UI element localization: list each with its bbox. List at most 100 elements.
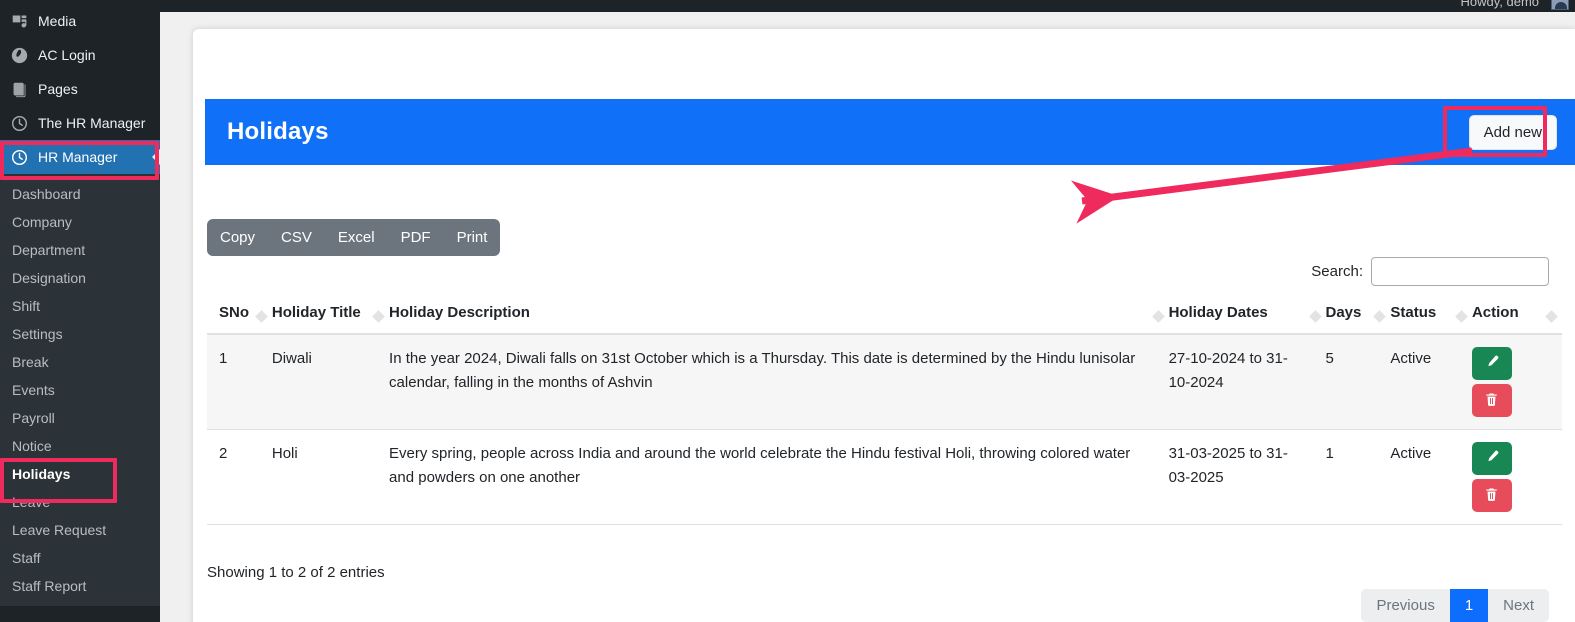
csv-button[interactable]: CSV — [268, 219, 325, 256]
copy-button[interactable]: Copy — [207, 219, 268, 256]
table-row: 2 Holi Every spring, people across India… — [207, 429, 1562, 525]
sidebar-item-events[interactable]: Events — [0, 376, 160, 404]
table-row: 1 Diwali In the year 2024, Diwali falls … — [207, 334, 1562, 430]
sidebar-item-staff[interactable]: Staff — [0, 544, 160, 572]
clock-icon — [9, 113, 29, 133]
sidebar-item-hr-manager[interactable]: HR Manager — [0, 140, 160, 174]
sort-icon[interactable] — [1151, 310, 1165, 323]
cell-title: Diwali — [271, 334, 390, 430]
edit-button[interactable] — [1471, 347, 1512, 380]
pencil-icon — [1484, 449, 1500, 468]
admin-sidebar: Media AC Login Pages The HR Manager HR M… — [0, 0, 160, 622]
table-body: 1 Diwali In the year 2024, Diwali falls … — [207, 334, 1562, 525]
search-filter: Search: — [1311, 257, 1549, 286]
column-label: Holiday Dates — [1168, 304, 1268, 321]
cell-description: Every spring, people across India and ar… — [389, 429, 1169, 525]
clock-icon — [9, 147, 29, 167]
sidebar-item-label: HR Manager — [38, 149, 118, 165]
previous-page-button[interactable]: Previous — [1361, 589, 1450, 622]
next-page-button[interactable]: Next — [1488, 589, 1549, 622]
table-header-row: SNo Holiday Title Holiday Description Ho… — [207, 295, 1562, 335]
delete-button[interactable] — [1471, 479, 1512, 512]
avatar[interactable] — [1551, 0, 1569, 10]
main-content: Holidays Add new Copy CSV Excel PDF Prin… — [160, 0, 1575, 622]
pdf-button[interactable]: PDF — [388, 219, 444, 256]
sidebar-item-notice[interactable]: Notice — [0, 432, 160, 460]
holidays-table: SNo Holiday Title Holiday Description Ho… — [207, 295, 1562, 525]
sidebar-item-break[interactable]: Break — [0, 348, 160, 376]
column-header-holiday-dates[interactable]: Holiday Dates — [1168, 295, 1326, 335]
column-header-action[interactable]: Action — [1471, 295, 1562, 335]
sidebar-item-department[interactable]: Department — [0, 236, 160, 264]
column-label: Holiday Title — [271, 304, 361, 321]
sidebar-item-settings[interactable]: Settings — [0, 320, 160, 348]
sidebar-item-ac-login[interactable]: AC Login — [0, 38, 160, 72]
column-header-status[interactable]: Status — [1390, 295, 1472, 335]
cell-dates: 31-03-2025 to 31-03-2025 — [1168, 429, 1326, 525]
sidebar-item-label: Pages — [38, 81, 78, 97]
sort-icon[interactable] — [254, 310, 268, 323]
wp-admin-bar: Howdy, demo — [0, 0, 1575, 12]
sidebar-item-company[interactable]: Company — [0, 208, 160, 236]
column-label: Action — [1471, 304, 1519, 321]
sidebar-item-staff-report[interactable]: Staff Report — [0, 572, 160, 600]
pencil-icon — [1484, 354, 1500, 373]
excel-button[interactable]: Excel — [325, 219, 388, 256]
sidebar-item-the-hr-manager[interactable]: The HR Manager — [0, 106, 160, 140]
sidebar-item-shift[interactable]: Shift — [0, 292, 160, 320]
column-label: SNo — [219, 304, 249, 321]
cell-title: Holi — [271, 429, 390, 525]
add-new-button[interactable]: Add new — [1468, 114, 1557, 150]
cell-days: 1 — [1325, 429, 1391, 525]
cell-description: In the year 2024, Diwali falls on 31st O… — [389, 334, 1169, 430]
sidebar-item-leave-request[interactable]: Leave Request — [0, 516, 160, 544]
cell-dates: 27-10-2024 to 31-10-2024 — [1168, 334, 1326, 430]
howdy-greeting[interactable]: Howdy, demo — [1460, 0, 1539, 11]
trash-icon — [1484, 487, 1499, 505]
card-header: Holidays Add new — [205, 99, 1575, 165]
column-label: Holiday Description — [389, 304, 530, 321]
cell-status: Active — [1390, 334, 1472, 430]
sidebar-item-dashboard[interactable]: Dashboard — [0, 180, 160, 208]
trash-icon — [1484, 392, 1499, 410]
edit-button[interactable] — [1471, 442, 1512, 475]
sidebar-submenu: Dashboard Company Department Designation… — [0, 174, 160, 606]
page-button-1[interactable]: 1 — [1449, 589, 1489, 622]
sidebar-item-holidays[interactable]: Holidays — [0, 460, 160, 488]
column-header-sno[interactable]: SNo — [207, 295, 272, 335]
ac-login-icon — [9, 45, 29, 65]
sidebar-item-payroll[interactable]: Payroll — [0, 404, 160, 432]
column-header-days[interactable]: Days — [1325, 295, 1391, 335]
holidays-card: Holidays Add new Copy CSV Excel PDF Prin… — [193, 29, 1575, 622]
sidebar-item-designation[interactable]: Designation — [0, 264, 160, 292]
sidebar-top-menu: Media AC Login Pages The HR Manager HR M… — [0, 0, 160, 174]
sidebar-item-label: The HR Manager — [38, 115, 146, 131]
cell-sno: 2 — [207, 429, 272, 525]
screen: Media AC Login Pages The HR Manager HR M… — [0, 0, 1575, 622]
sidebar-item-leave[interactable]: Leave — [0, 488, 160, 516]
sort-icon[interactable] — [372, 310, 385, 323]
cell-sno: 1 — [207, 334, 272, 430]
sort-icon[interactable] — [1545, 310, 1558, 323]
column-label: Days — [1325, 304, 1362, 321]
search-label: Search: — [1311, 263, 1363, 280]
table-head: SNo Holiday Title Holiday Description Ho… — [207, 295, 1562, 335]
chevron-right-icon — [152, 149, 160, 165]
column-header-holiday-description[interactable]: Holiday Description — [389, 295, 1169, 335]
column-header-holiday-title[interactable]: Holiday Title — [271, 295, 390, 335]
sidebar-item-pages[interactable]: Pages — [0, 72, 160, 106]
page-title: Holidays — [227, 118, 329, 145]
print-button[interactable]: Print — [444, 219, 501, 256]
delete-button[interactable] — [1471, 384, 1512, 417]
sort-icon[interactable] — [1455, 310, 1468, 323]
pagination: Previous 1 Next — [1361, 589, 1549, 622]
sort-icon[interactable] — [1308, 310, 1322, 323]
search-input[interactable] — [1371, 257, 1549, 286]
export-buttons-group: Copy CSV Excel PDF Print — [207, 219, 501, 256]
sidebar-item-label: AC Login — [38, 47, 96, 63]
cell-action — [1471, 334, 1562, 430]
cell-status: Active — [1390, 429, 1472, 525]
sort-icon[interactable] — [1373, 310, 1387, 323]
table-info: Showing 1 to 2 of 2 entries — [207, 564, 385, 581]
cell-action — [1471, 429, 1562, 525]
